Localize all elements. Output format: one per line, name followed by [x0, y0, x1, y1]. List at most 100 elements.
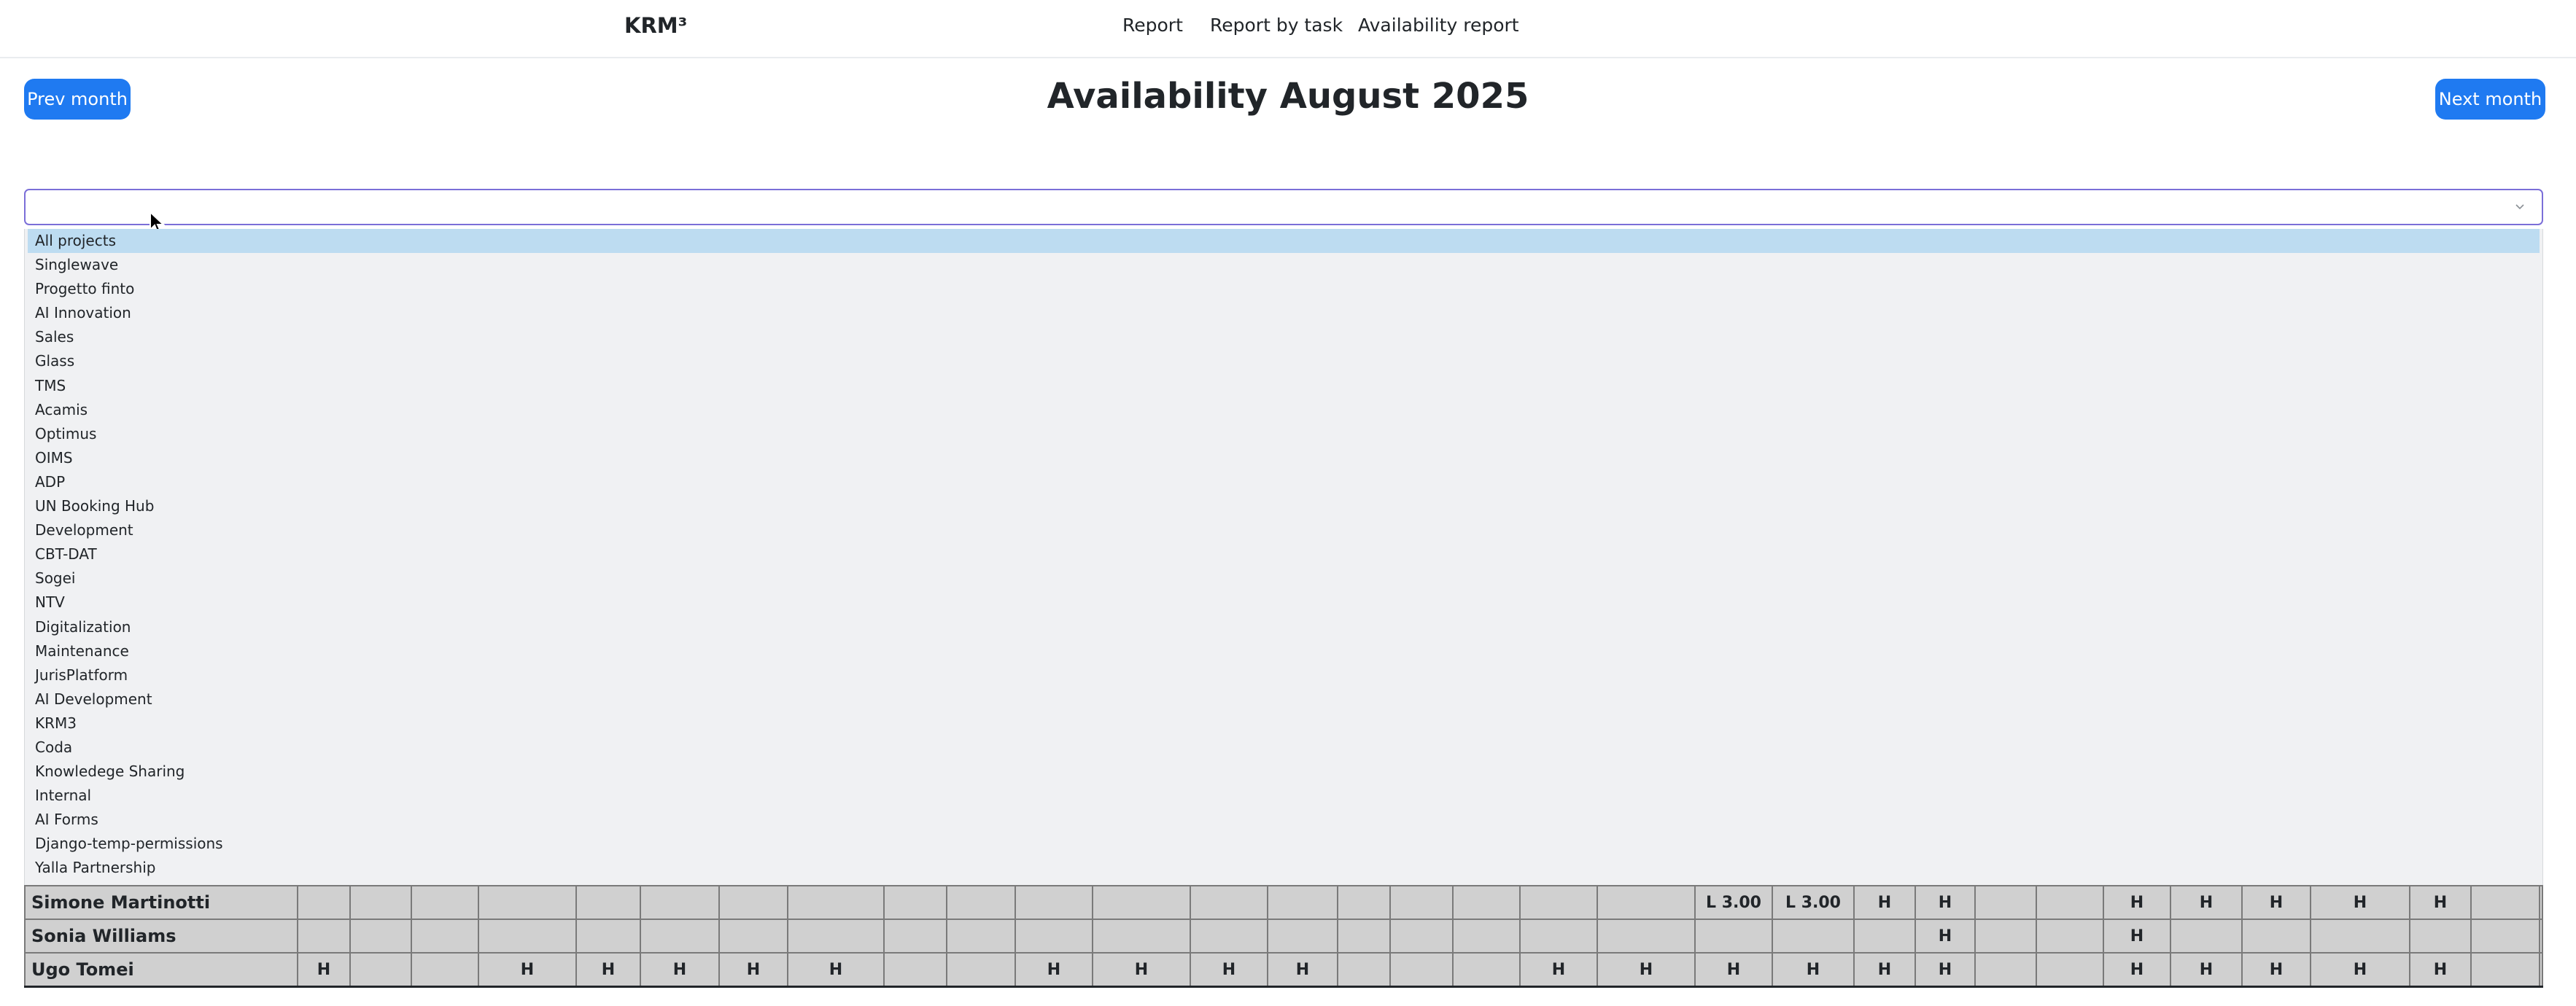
day-cell[interactable]: [2539, 952, 2543, 987]
project-option[interactable]: AI Development: [25, 687, 2542, 711]
day-cell[interactable]: H: [2409, 885, 2472, 920]
project-option[interactable]: ADP: [25, 470, 2542, 494]
day-cell[interactable]: [2036, 919, 2104, 954]
day-cell[interactable]: H: [2103, 952, 2171, 987]
project-option[interactable]: TMS: [25, 374, 2542, 398]
project-option[interactable]: AI Innovation: [25, 301, 2542, 325]
day-cell[interactable]: [946, 919, 1016, 954]
day-cell[interactable]: H: [1914, 919, 1976, 954]
day-cell[interactable]: [1337, 919, 1391, 954]
day-cell[interactable]: H: [2103, 919, 2171, 954]
day-cell[interactable]: [946, 885, 1016, 920]
day-cell[interactable]: [787, 919, 885, 954]
project-option[interactable]: Singlewave: [25, 253, 2542, 277]
day-cell[interactable]: H: [718, 952, 788, 987]
day-cell[interactable]: [1190, 919, 1268, 954]
day-cell[interactable]: [2470, 885, 2540, 920]
day-cell[interactable]: [1267, 919, 1338, 954]
day-cell[interactable]: H: [2103, 885, 2171, 920]
day-cell[interactable]: [1853, 919, 1916, 954]
project-option[interactable]: Development: [25, 518, 2542, 542]
day-cell[interactable]: H: [1772, 952, 1855, 987]
day-cell[interactable]: [1452, 919, 1521, 954]
day-cell[interactable]: H: [297, 952, 351, 987]
project-option[interactable]: Coda: [25, 736, 2542, 760]
day-cell[interactable]: [349, 919, 412, 954]
day-cell[interactable]: H: [2310, 885, 2410, 920]
day-cell[interactable]: [297, 885, 351, 920]
project-option[interactable]: Sales: [25, 325, 2542, 349]
day-cell[interactable]: [2241, 919, 2311, 954]
day-cell[interactable]: [2539, 885, 2543, 920]
day-cell[interactable]: H: [1914, 952, 1976, 987]
day-cell[interactable]: [718, 919, 788, 954]
project-option[interactable]: Progetto finto: [25, 277, 2542, 301]
day-cell[interactable]: [2170, 919, 2243, 954]
day-cell[interactable]: [640, 919, 720, 954]
day-cell[interactable]: [2310, 919, 2410, 954]
day-cell[interactable]: [1389, 885, 1454, 920]
day-cell[interactable]: [1597, 919, 1696, 954]
project-option[interactable]: KRM3: [25, 711, 2542, 736]
project-option[interactable]: Optimus: [25, 422, 2542, 446]
day-cell[interactable]: [1267, 885, 1338, 920]
day-cell[interactable]: [1015, 885, 1093, 920]
day-cell[interactable]: [1015, 919, 1093, 954]
day-cell[interactable]: [478, 885, 577, 920]
day-cell[interactable]: [883, 919, 947, 954]
day-cell[interactable]: [575, 919, 641, 954]
day-cell[interactable]: H: [1853, 885, 1916, 920]
day-cell[interactable]: L 3.00: [1694, 885, 1773, 920]
project-select[interactable]: [24, 189, 2543, 225]
project-option[interactable]: AI Forms: [25, 808, 2542, 832]
project-option[interactable]: Glass: [25, 349, 2542, 373]
day-cell[interactable]: [349, 952, 412, 987]
nav-link-report[interactable]: Report: [1122, 15, 1183, 36]
day-cell[interactable]: [2470, 952, 2540, 987]
day-cell[interactable]: [1974, 919, 2037, 954]
day-cell[interactable]: [787, 885, 885, 920]
day-cell[interactable]: [411, 885, 479, 920]
day-cell[interactable]: [1337, 952, 1391, 987]
day-cell[interactable]: [1092, 919, 1191, 954]
day-cell[interactable]: H: [1519, 952, 1598, 987]
project-option[interactable]: Acamis: [25, 398, 2542, 422]
day-cell[interactable]: [2409, 919, 2472, 954]
day-cell[interactable]: [575, 885, 641, 920]
day-cell[interactable]: H: [1092, 952, 1191, 987]
project-option[interactable]: UN Booking Hub: [25, 494, 2542, 518]
day-cell[interactable]: H: [478, 952, 577, 987]
day-cell[interactable]: [2470, 919, 2540, 954]
day-cell[interactable]: H: [787, 952, 885, 987]
day-cell[interactable]: [1519, 885, 1598, 920]
day-cell[interactable]: H: [1267, 952, 1338, 987]
day-cell[interactable]: H: [1597, 952, 1696, 987]
day-cell[interactable]: [1974, 952, 2037, 987]
day-cell[interactable]: [718, 885, 788, 920]
day-cell[interactable]: H: [1694, 952, 1773, 987]
day-cell[interactable]: [1974, 885, 2037, 920]
day-cell[interactable]: [297, 919, 351, 954]
day-cell[interactable]: H: [1853, 952, 1916, 987]
project-option[interactable]: Yalla Partnership: [25, 856, 2542, 880]
day-cell[interactable]: H: [575, 952, 641, 987]
day-cell[interactable]: [1597, 885, 1696, 920]
day-cell[interactable]: [1337, 885, 1391, 920]
day-cell[interactable]: [883, 952, 947, 987]
day-cell[interactable]: H: [1190, 952, 1268, 987]
nav-link-availability-report[interactable]: Availability report: [1358, 15, 1519, 36]
day-cell[interactable]: [1452, 952, 1521, 987]
project-option[interactable]: Digitalization: [25, 615, 2542, 639]
day-cell[interactable]: [640, 885, 720, 920]
day-cell[interactable]: [2036, 952, 2104, 987]
day-cell[interactable]: [1389, 919, 1454, 954]
project-option[interactable]: Internal: [25, 784, 2542, 808]
day-cell[interactable]: [1519, 919, 1598, 954]
project-option[interactable]: CBT-DAT: [25, 542, 2542, 566]
day-cell[interactable]: [1092, 885, 1191, 920]
day-cell[interactable]: H: [1015, 952, 1093, 987]
day-cell[interactable]: H: [2241, 952, 2311, 987]
day-cell[interactable]: [2036, 885, 2104, 920]
day-cell[interactable]: [1772, 919, 1855, 954]
brand-logo[interactable]: KRM³: [624, 13, 687, 38]
